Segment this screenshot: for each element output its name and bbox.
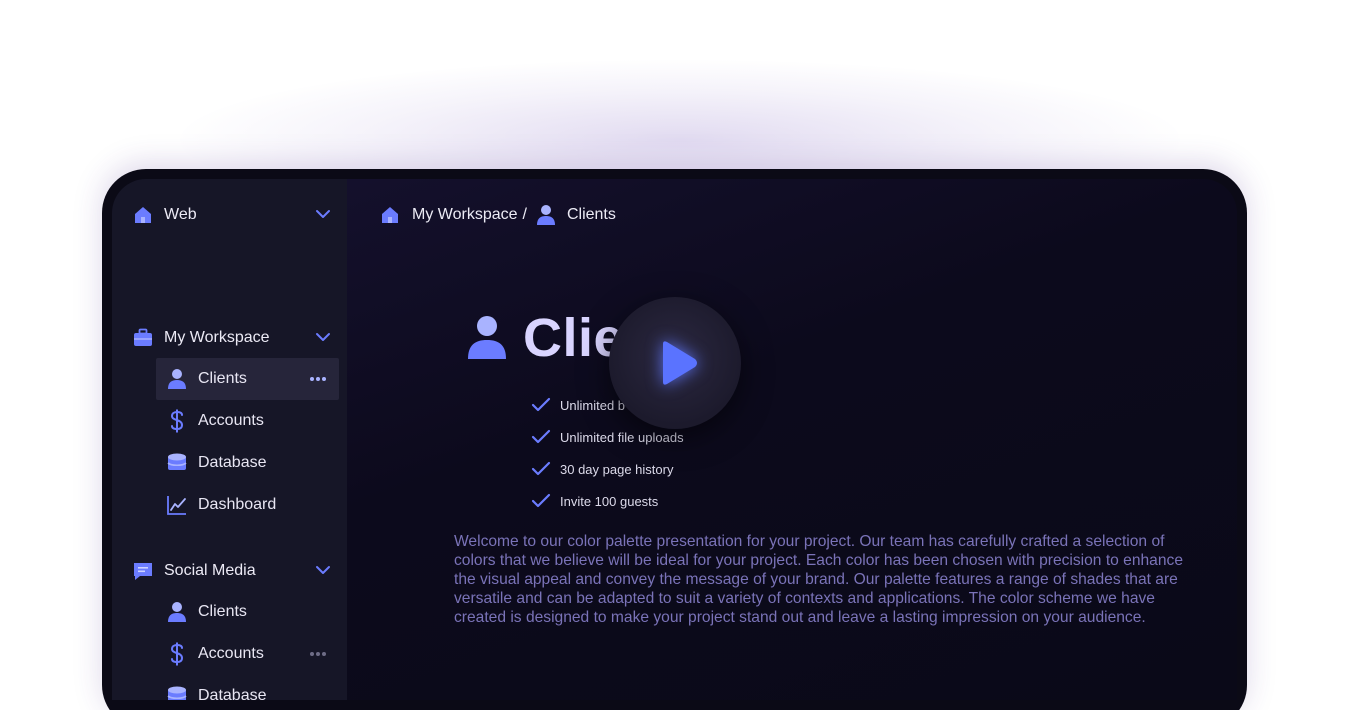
breadcrumb: My Workspace / Clients [379, 203, 616, 227]
feature-text: 30 day page history [560, 461, 674, 477]
play-video-button[interactable] [609, 297, 741, 429]
play-icon [663, 341, 697, 385]
chart-line-icon [166, 494, 188, 516]
device-frame: Web My Workspace Clients Accounts Databa… [102, 169, 1247, 710]
feature-text: Invite 100 guests [560, 493, 659, 509]
sidebar-item-label: Clients [198, 603, 247, 620]
main-content: My Workspace / Clients Clie Unlimited b … [347, 179, 1237, 700]
more-options-icon[interactable] [309, 370, 327, 388]
page-description: Welcome to our color palette presentatio… [454, 533, 1183, 626]
check-icon [531, 461, 551, 476]
sidebar-item-clients[interactable]: Clients [156, 591, 339, 633]
sidebar-item-label: Accounts [198, 645, 264, 662]
stage: Web My Workspace Clients Accounts Databa… [0, 0, 1359, 710]
chevron-down-icon[interactable] [314, 561, 332, 579]
user-icon [166, 368, 188, 390]
breadcrumb-workspace-link[interactable]: My Workspace [412, 206, 518, 224]
more-options-icon[interactable] [309, 645, 327, 663]
sidebar: Web My Workspace Clients Accounts Databa… [112, 179, 347, 700]
sidebar-group-my-workspace[interactable]: My Workspace [132, 326, 332, 350]
sidebar-item-clients[interactable]: Clients [156, 358, 339, 400]
chevron-down-icon[interactable] [314, 205, 332, 223]
sidebar-item-dashboard[interactable]: Dashboard [156, 484, 339, 526]
check-icon [531, 493, 551, 508]
sidebar-item-label: Database [198, 454, 267, 471]
database-icon [166, 452, 188, 474]
feature-item: 30 day page history [531, 453, 684, 485]
home-icon [135, 207, 151, 223]
feature-text: Unlimited file uploads [560, 429, 684, 445]
dollar-icon [166, 642, 188, 666]
chevron-down-icon[interactable] [314, 328, 332, 346]
sidebar-item-label: Clients [198, 370, 247, 387]
sidebar-item-label: Accounts [198, 412, 264, 429]
sidebar-group-web[interactable]: Web [132, 203, 332, 227]
page-title: Clie [467, 307, 624, 369]
database-icon [166, 685, 188, 700]
dollar-icon [166, 409, 188, 433]
home-icon [382, 207, 398, 223]
sidebar-item-label: Dashboard [198, 496, 277, 513]
check-icon [531, 429, 551, 444]
user-icon [536, 205, 555, 225]
sidebar-group-label: My Workspace [164, 329, 270, 346]
app-screen: Web My Workspace Clients Accounts Databa… [112, 179, 1237, 700]
sidebar-group-social-media[interactable]: Social Media [132, 559, 332, 583]
breadcrumb-current-page: Clients [566, 206, 616, 223]
breadcrumb-separator: / [522, 206, 527, 223]
chat-icon [134, 563, 152, 580]
user-icon [166, 601, 188, 623]
feature-item: Invite 100 guests [531, 485, 684, 517]
briefcase-icon [134, 328, 152, 346]
sidebar-group-label: Social Media [164, 562, 256, 579]
sidebar-item-accounts[interactable]: Accounts [156, 633, 339, 675]
user-icon [468, 316, 506, 359]
sidebar-item-database[interactable]: Database [156, 442, 339, 484]
feature-text: Unlimited b [560, 397, 626, 413]
sidebar-item-accounts[interactable]: Accounts [156, 400, 339, 442]
check-icon [531, 397, 551, 412]
sidebar-item-database[interactable]: Database [156, 675, 339, 700]
sidebar-item-label: Database [198, 687, 267, 700]
sidebar-group-label: Web [164, 206, 197, 223]
